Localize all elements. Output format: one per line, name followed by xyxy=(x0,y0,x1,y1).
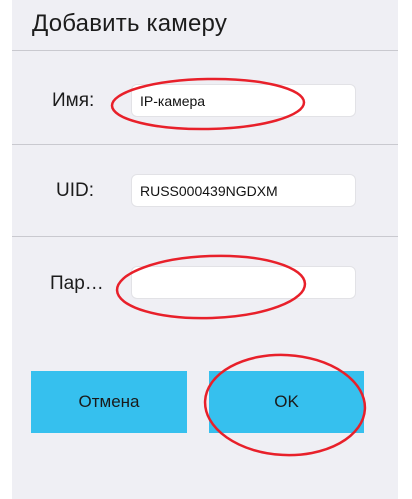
add-camera-dialog: Добавить камеру Имя: UID: Пар… Отмена OK xyxy=(12,0,398,499)
ok-button[interactable]: OK xyxy=(209,371,364,433)
cancel-button[interactable]: Отмена xyxy=(31,371,187,433)
uid-label: UID: xyxy=(56,180,94,201)
title-divider xyxy=(12,50,398,51)
uid-field[interactable] xyxy=(131,174,356,207)
name-label: Имя: xyxy=(52,90,95,111)
right-edge xyxy=(398,0,412,499)
dialog-title: Добавить камеру xyxy=(32,10,228,37)
password-field[interactable] xyxy=(131,266,356,299)
password-label: Пар… xyxy=(50,273,104,294)
row-divider-2 xyxy=(12,236,398,237)
row-divider-1 xyxy=(12,144,398,145)
name-field[interactable] xyxy=(131,84,356,117)
